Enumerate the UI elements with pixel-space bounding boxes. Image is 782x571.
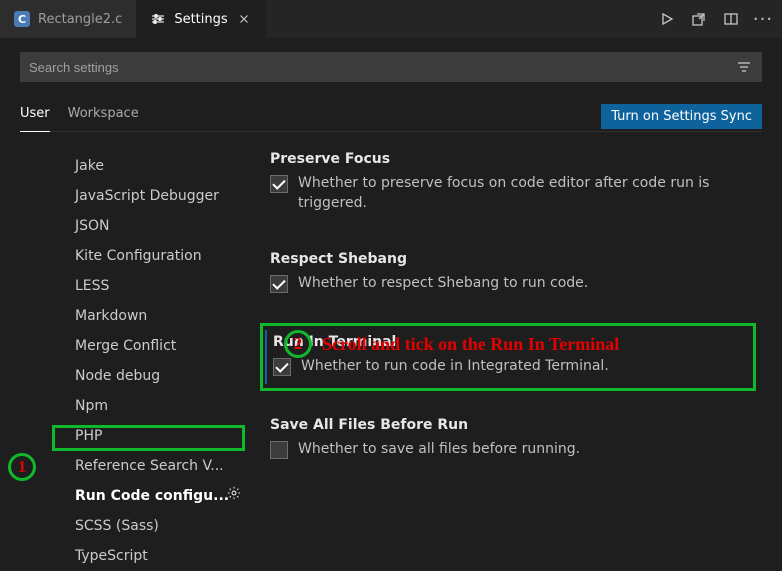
settings-toc-wrap: Jake JavaScript Debugger JSON Kite Confi… bbox=[0, 143, 250, 549]
settings-icon bbox=[150, 11, 166, 27]
settings-scope-row: User Workspace Turn on Settings Sync bbox=[0, 92, 782, 133]
setting-preserve-focus: Preserve Focus Whether to preserve focus… bbox=[260, 143, 756, 225]
annotation-circle-2: 2 bbox=[284, 330, 312, 358]
toc-item-npm[interactable]: Npm bbox=[0, 391, 250, 421]
toc-item-scss[interactable]: SCSS (Sass) bbox=[0, 511, 250, 541]
checkbox-save-all-files[interactable] bbox=[270, 441, 288, 459]
checkbox-respect-shebang[interactable] bbox=[270, 275, 288, 293]
toc-item-reference-search[interactable]: Reference Search V... bbox=[0, 451, 250, 481]
checkbox-run-in-terminal[interactable] bbox=[273, 358, 291, 376]
title-actions: ··· bbox=[648, 0, 782, 38]
setting-save-all-files: Save All Files Before Run Whether to sav… bbox=[260, 409, 756, 471]
filter-icon[interactable] bbox=[735, 59, 753, 75]
setting-check-row: Whether to preserve focus on code editor… bbox=[270, 173, 746, 213]
toc-item-json[interactable]: JSON bbox=[0, 211, 250, 241]
settings-search[interactable] bbox=[20, 52, 762, 82]
toc-item-typescript[interactable]: TypeScript bbox=[0, 541, 250, 571]
divider bbox=[20, 131, 762, 132]
search-input[interactable] bbox=[29, 60, 735, 75]
setting-description: Whether to run code in Integrated Termin… bbox=[301, 356, 609, 376]
open-external-icon[interactable] bbox=[690, 10, 708, 28]
setting-title: Preserve Focus bbox=[270, 151, 746, 167]
toc-item-less[interactable]: LESS bbox=[0, 271, 250, 301]
setting-check-row: Whether to respect Shebang to run code. bbox=[270, 273, 746, 293]
tab-label: Rectangle2.c bbox=[38, 12, 122, 27]
settings-search-wrap bbox=[0, 38, 782, 82]
toc-item-node-debug[interactable]: Node debug bbox=[0, 361, 250, 391]
editor-tabbar: C Rectangle2.c Settings ··· bbox=[0, 0, 782, 38]
tab-settings[interactable]: Settings bbox=[136, 0, 265, 38]
scope-tab-workspace[interactable]: Workspace bbox=[68, 100, 139, 132]
scope-tab-user[interactable]: User bbox=[20, 100, 50, 132]
toc-item-label: Run Code configu... bbox=[75, 488, 229, 504]
checkbox-preserve-focus[interactable] bbox=[270, 175, 288, 193]
toc-item-merge-conflict[interactable]: Merge Conflict bbox=[0, 331, 250, 361]
toc-item-jake[interactable]: Jake bbox=[0, 151, 250, 181]
toc-item-javascript-debugger[interactable]: JavaScript Debugger bbox=[0, 181, 250, 211]
run-icon[interactable] bbox=[658, 10, 676, 28]
setting-description: Whether to preserve focus on code editor… bbox=[298, 173, 746, 213]
toc-item-run-code-configuration[interactable]: Run Code configu... bbox=[0, 481, 250, 511]
setting-description: Whether to respect Shebang to run code. bbox=[298, 273, 588, 293]
setting-respect-shebang: Respect Shebang Whether to respect Sheba… bbox=[260, 243, 756, 305]
setting-title: Save All Files Before Run bbox=[270, 417, 746, 433]
annotation-circle-1: 1 bbox=[8, 453, 36, 481]
gear-icon[interactable] bbox=[226, 485, 242, 501]
tab-label: Settings bbox=[174, 12, 227, 27]
file-type-badge: C bbox=[14, 11, 30, 27]
setting-description: Whether to save all files before running… bbox=[298, 439, 580, 459]
annotation-2: 2 Scroll and tick on the Run In Terminal bbox=[284, 330, 619, 358]
setting-check-row: Whether to run code in Integrated Termin… bbox=[273, 356, 743, 376]
setting-check-row: Whether to save all files before running… bbox=[270, 439, 746, 459]
settings-sync-button[interactable]: Turn on Settings Sync bbox=[601, 104, 762, 129]
toc-item-kite-configuration[interactable]: Kite Configuration bbox=[0, 241, 250, 271]
tab-rectangle2[interactable]: C Rectangle2.c bbox=[0, 0, 136, 38]
annotation-text-2: Scroll and tick on the Run In Terminal bbox=[322, 334, 619, 355]
setting-title: Respect Shebang bbox=[270, 251, 746, 267]
split-editor-icon[interactable] bbox=[722, 10, 740, 28]
scope-tabs: User Workspace bbox=[20, 100, 139, 132]
toc-item-php[interactable]: PHP bbox=[0, 421, 250, 451]
more-actions-icon[interactable]: ··· bbox=[754, 10, 772, 28]
toc-item-markdown[interactable]: Markdown bbox=[0, 301, 250, 331]
close-icon[interactable] bbox=[236, 11, 252, 27]
settings-toc[interactable]: Jake JavaScript Debugger JSON Kite Confi… bbox=[0, 143, 250, 571]
